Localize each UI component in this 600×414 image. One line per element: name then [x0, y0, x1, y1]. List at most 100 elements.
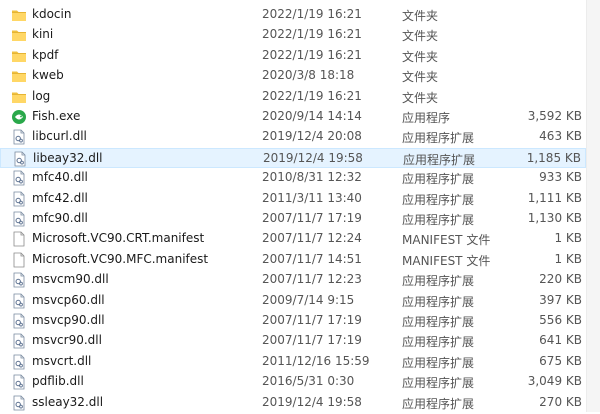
file-list[interactable]: kdocin 2022/1/19 16:21 文件夹 kini 2022/1/19 16…: [0, 0, 600, 412]
file-row[interactable]: kweb 2020/3/8 18:18 文件夹: [0, 66, 586, 86]
vertical-scrollbar[interactable]: [586, 0, 600, 412]
file-row[interactable]: mfc90.dll 2007/11/7 17:19 应用程序扩展 1,130 KB: [0, 209, 586, 229]
file-type: 应用程序扩展: [402, 213, 475, 227]
folder-icon: [11, 89, 27, 105]
file-date-modified: 2019/12/4 19:58: [263, 150, 363, 165]
file-size: 933 KB: [539, 170, 582, 185]
file-size: 641 KB: [539, 333, 582, 348]
file-name: kini: [32, 27, 54, 42]
file-row[interactable]: ssleay32.dll 2019/12/4 19:58 应用程序扩展 270 KB: [0, 393, 586, 413]
file-date-modified: 2007/11/7 17:19: [262, 211, 362, 225]
file-name: msvcm90.dll: [32, 272, 109, 287]
file-name: kdocin: [32, 7, 72, 21]
file-type: 文件夹: [402, 49, 439, 64]
file-size: 397 KB: [539, 292, 582, 307]
dll-file-icon: [11, 191, 27, 207]
file-type: 应用程序扩展: [402, 274, 475, 289]
file-type: 文件夹: [402, 70, 439, 85]
file-size: 463 KB: [539, 129, 582, 144]
file-date-modified: 2022/1/19 16:21: [262, 27, 362, 42]
file-type: MANIFEST 文件: [402, 253, 491, 268]
file-name: kpdf: [32, 47, 59, 62]
file-date-modified: 2019/12/4 20:08: [262, 129, 362, 144]
file-type: 应用程序扩展: [402, 172, 475, 187]
file-type: 应用程序扩展: [402, 192, 475, 207]
file-date-modified: 2016/5/31 0:30: [262, 374, 355, 389]
file-date-modified: 2007/11/7 12:24: [262, 231, 362, 246]
file-row[interactable]: msvcp90.dll 2007/11/7 17:19 应用程序扩展 556 KB: [0, 311, 586, 331]
file-type: 应用程序扩展: [402, 396, 475, 411]
file-date-modified: 2007/11/7 14:51: [262, 251, 362, 266]
file-name: Microsoft.VC90.MFC.manifest: [32, 251, 209, 266]
file-row[interactable]: msvcp60.dll 2009/7/14 9:15 应用程序扩展 397 KB: [0, 291, 586, 311]
dll-file-icon: [11, 333, 27, 349]
file-row[interactable]: pdflib.dll 2016/5/31 0:30 应用程序扩展 3,049 KB: [0, 372, 586, 392]
file-row[interactable]: msvcr90.dll 2007/11/7 17:19 应用程序扩展 641 KB: [0, 331, 586, 351]
file-size: 3,592 KB: [527, 109, 582, 123]
file-name: Fish.exe: [32, 109, 81, 123]
file-row[interactable]: msvcm90.dll 2007/11/7 12:23 应用程序扩展 220 KB: [0, 270, 586, 290]
file-name: kweb: [32, 68, 64, 83]
file-name: mfc40.dll: [32, 170, 88, 185]
file-type: 应用程序扩展: [402, 335, 475, 350]
file-date-modified: 2007/11/7 17:19: [262, 313, 362, 327]
file-size: 1,130 KB: [527, 211, 582, 225]
file-row[interactable]: mfc40.dll 2010/8/31 12:32 应用程序扩展 933 KB: [0, 168, 586, 188]
file-size: 675 KB: [539, 353, 582, 368]
dll-file-icon: [11, 313, 27, 329]
file-date-modified: 2020/9/14 14:14: [262, 109, 362, 123]
file-type: 文件夹: [402, 29, 439, 44]
dll-file-icon: [11, 293, 27, 309]
file-type: 文件夹: [402, 90, 439, 105]
file-date-modified: 2007/11/7 17:19: [262, 333, 362, 348]
file-date-modified: 2011/3/11 13:40: [262, 190, 362, 205]
file-name: libcurl.dll: [32, 129, 87, 144]
file-date-modified: 2019/12/4 19:58: [262, 394, 362, 409]
dll-file-icon: [11, 374, 27, 390]
file-type: 应用程序扩展: [402, 376, 475, 391]
dll-file-icon: [11, 170, 27, 186]
file-row[interactable]: libcurl.dll 2019/12/4 20:08 应用程序扩展 463 KB: [0, 127, 586, 147]
file-type: 应用程序扩展: [403, 152, 476, 167]
dll-file-icon: [11, 211, 27, 227]
file-name: log: [32, 88, 51, 103]
file-date-modified: 2022/1/19 16:21: [262, 88, 362, 103]
file-name: msvcrt.dll: [32, 353, 92, 368]
file-size: 556 KB: [539, 313, 582, 327]
file-type: 应用程序扩展: [402, 355, 475, 370]
file-name: mfc42.dll: [32, 190, 88, 205]
file-size: 3,049 KB: [527, 374, 582, 389]
file-date-modified: 2009/7/14 9:15: [262, 292, 355, 307]
folder-icon: [11, 48, 27, 64]
file-name: ssleay32.dll: [32, 394, 104, 409]
file-row[interactable]: kdocin 2022/1/19 16:21 文件夹: [0, 5, 586, 25]
file-name: pdflib.dll: [32, 374, 84, 389]
file-date-modified: 2022/1/19 16:21: [262, 47, 362, 62]
file-date-modified: 2010/8/31 12:32: [262, 170, 362, 185]
file-type: MANIFEST 文件: [402, 233, 491, 248]
file-date-modified: 2020/3/8 18:18: [262, 68, 355, 83]
dll-file-icon: [11, 354, 27, 370]
file-row[interactable]: libeay32.dll 2019/12/4 19:58 应用程序扩展 1,185 K…: [0, 147, 586, 168]
file-row[interactable]: log 2022/1/19 16:21 文件夹: [0, 87, 586, 107]
file-row[interactable]: msvcrt.dll 2011/12/16 15:59 应用程序扩展 675 KB: [0, 352, 586, 372]
file-type: 应用程序: [402, 111, 451, 125]
file-type: 应用程序扩展: [402, 294, 475, 309]
file-row[interactable]: Fish.exe 2020/9/14 14:14 应用程序 3,592 KB: [0, 107, 586, 127]
dll-file-icon: [12, 151, 28, 167]
blank-file-icon: [11, 231, 27, 247]
folder-icon: [11, 27, 27, 43]
folder-icon: [11, 7, 27, 23]
file-type: 应用程序扩展: [402, 131, 475, 146]
file-row[interactable]: mfc42.dll 2011/3/11 13:40 应用程序扩展 1,111 KB: [0, 189, 586, 209]
file-row[interactable]: kpdf 2022/1/19 16:21 文件夹: [0, 46, 586, 66]
file-name: libeay32.dll: [33, 150, 103, 165]
folder-icon: [11, 68, 27, 84]
file-name: Microsoft.VC90.CRT.manifest: [32, 231, 205, 246]
file-row[interactable]: kini 2022/1/19 16:21 文件夹: [0, 25, 586, 45]
file-size: 1 KB: [554, 231, 582, 246]
file-type: 应用程序扩展: [402, 315, 475, 329]
file-row[interactable]: Microsoft.VC90.MFC.manifest 2007/11/7 14:…: [0, 250, 586, 270]
file-name: msvcp60.dll: [32, 292, 105, 307]
file-row[interactable]: Microsoft.VC90.CRT.manifest 2007/11/7 12:…: [0, 229, 586, 249]
